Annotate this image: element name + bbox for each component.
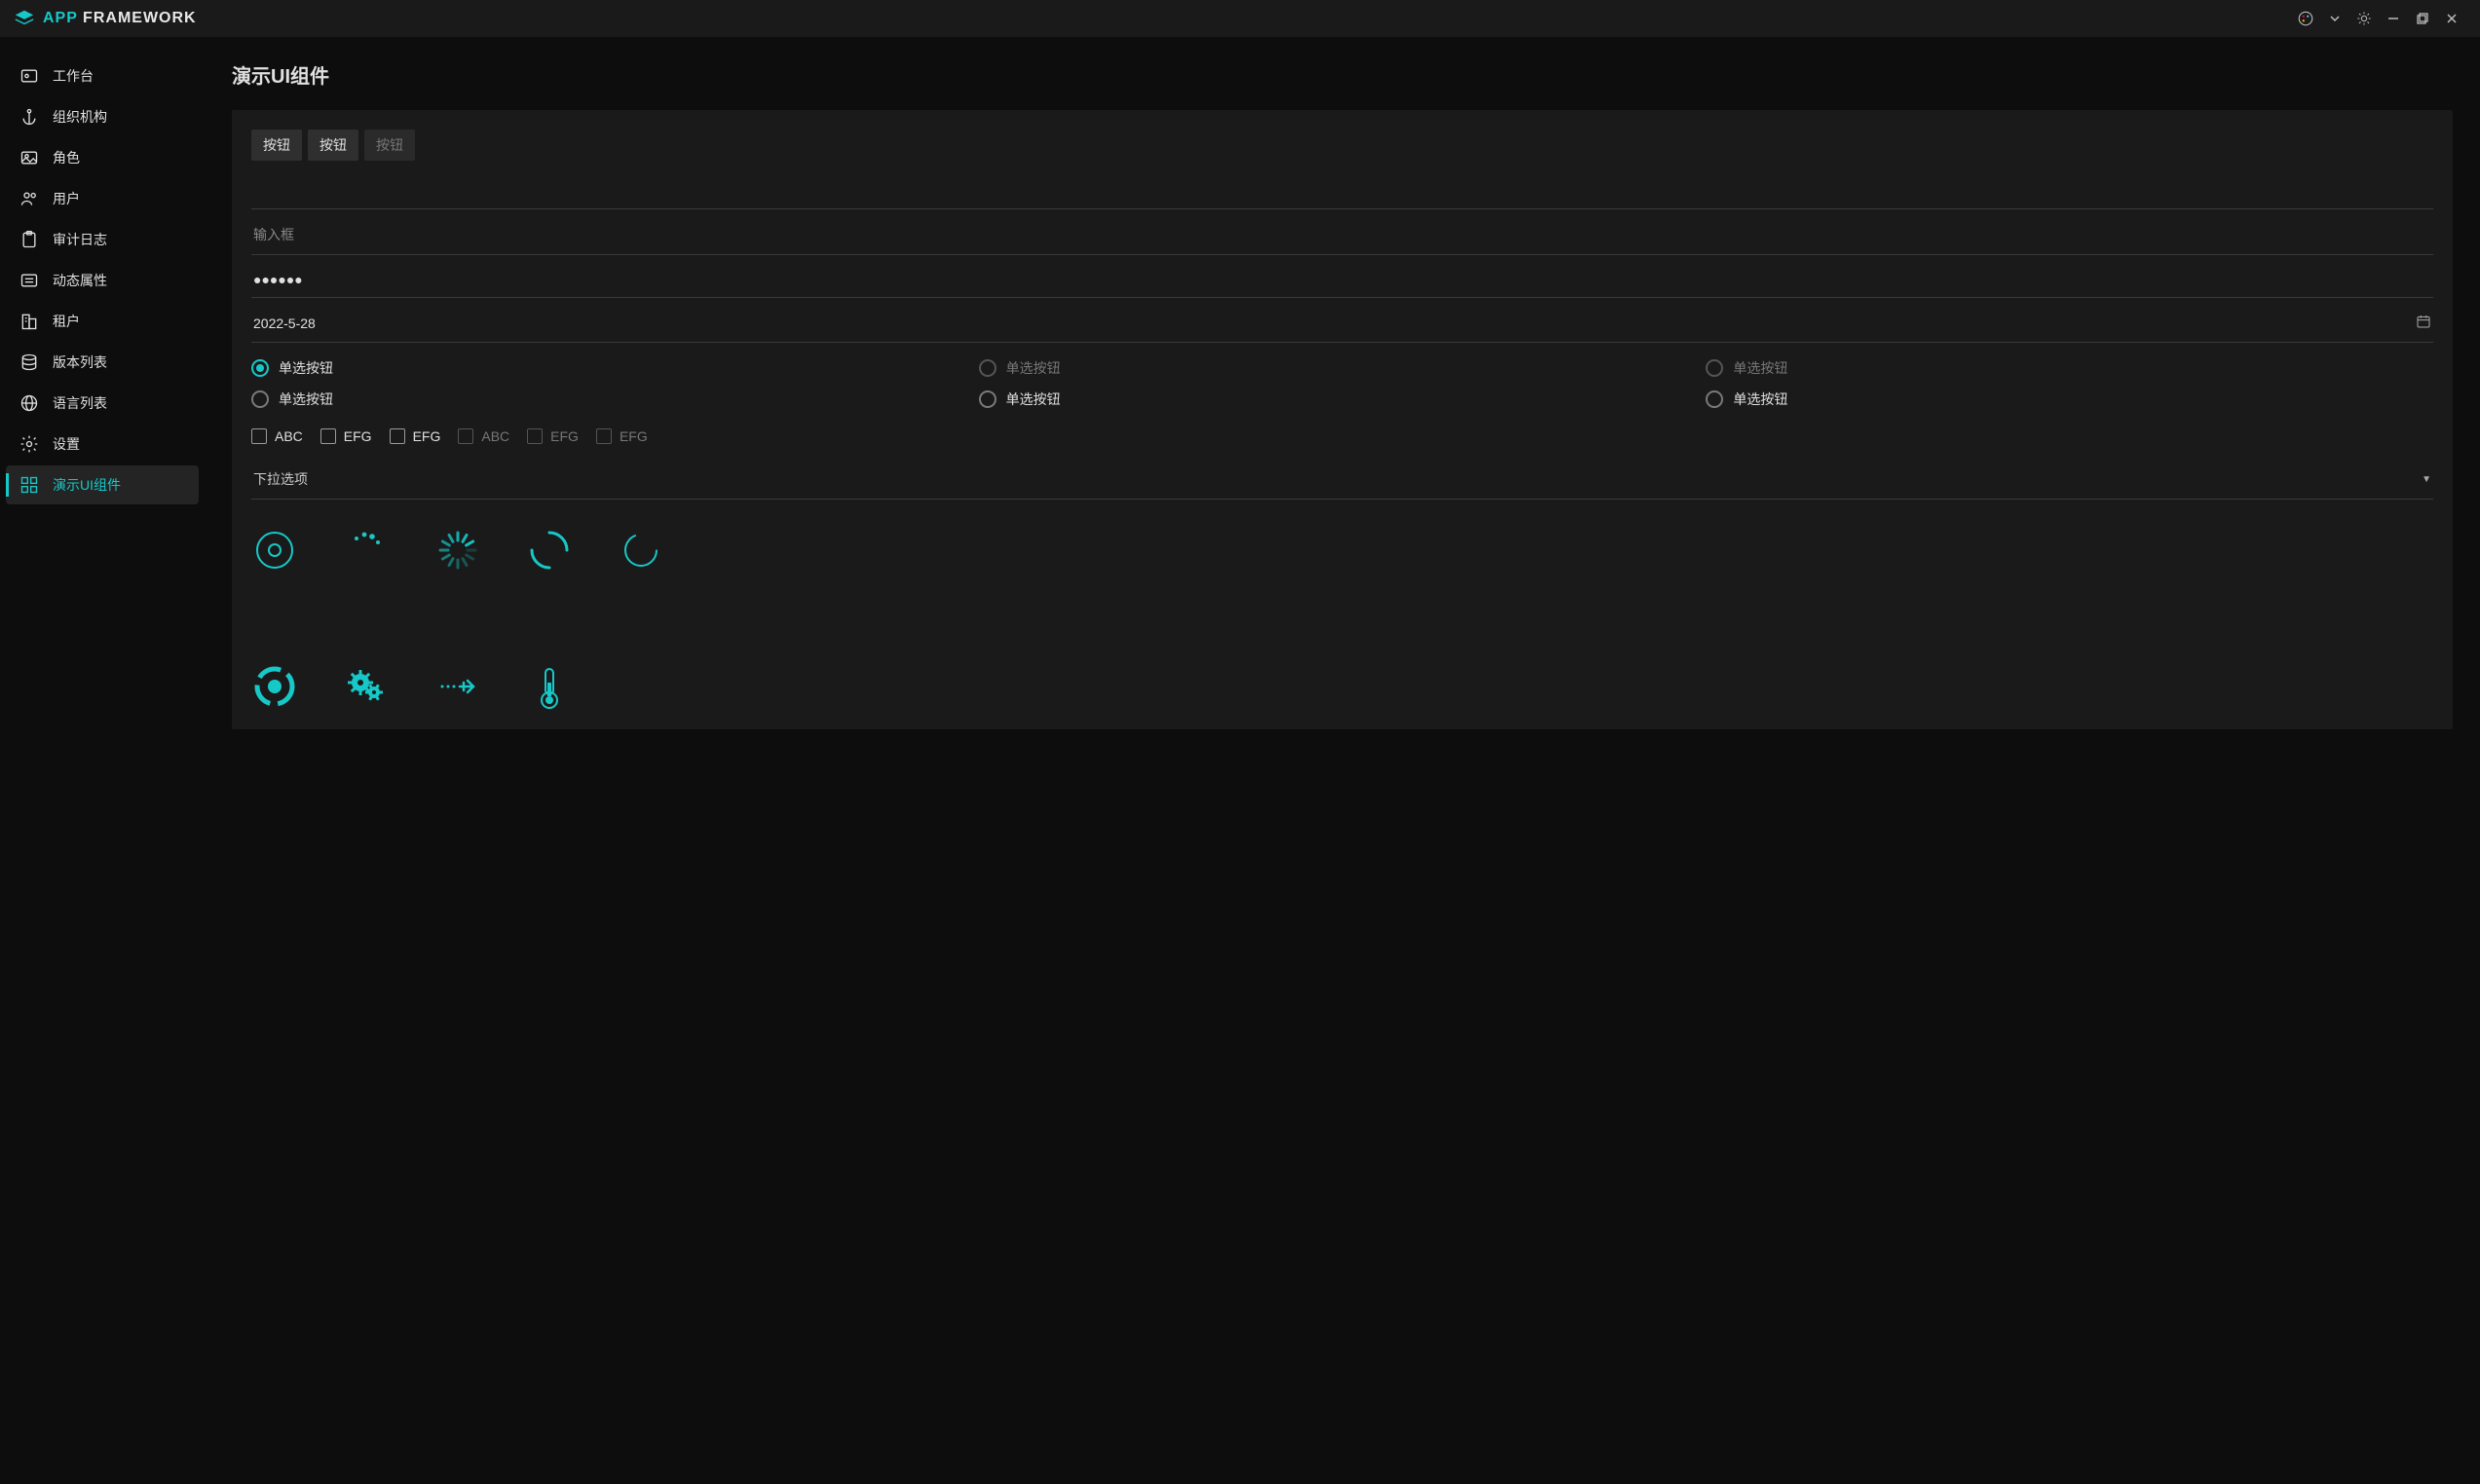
checkbox-group: ABC EFG EFG ABC EFG EFG: [251, 428, 2433, 444]
sidebar: 工作台组织机构角色用户审计日志动态属性租户版本列表语言列表设置演示UI组件: [0, 37, 205, 1484]
text-input[interactable]: [251, 172, 2433, 209]
logo-text-accent: APP: [43, 10, 78, 26]
database-icon: [19, 352, 39, 372]
placeholder-input[interactable]: 输入框: [251, 215, 2433, 255]
checkbox-box-icon: [458, 428, 473, 444]
sidebar-item-4[interactable]: 审计日志: [6, 220, 199, 259]
spinner-showcase: [251, 527, 2433, 710]
logo-text-rest: FRAMEWORK: [78, 10, 197, 26]
demo-panel: 按钮按钮按钮 输入框 ●●●●●● 2022-5-28 单选按钮单选按钮单选按钮…: [232, 110, 2453, 729]
spinner-dots-icon: [343, 527, 390, 574]
users-icon: [19, 189, 39, 208]
maximize-icon[interactable]: [2408, 4, 2437, 33]
globe-icon: [19, 393, 39, 413]
checkbox-3: ABC: [458, 428, 509, 444]
content-area: 演示UI组件 按钮按钮按钮 输入框 ●●●●●● 2022-5-28 单选按钮单…: [205, 37, 2480, 1484]
sidebar-item-6[interactable]: 租户: [6, 302, 199, 341]
spinner-thin-ring-icon: [618, 527, 664, 574]
checkbox-2[interactable]: EFG: [390, 428, 441, 444]
radio-group: 单选按钮单选按钮单选按钮单选按钮单选按钮单选按钮: [251, 358, 2433, 409]
sidebar-item-label: 设置: [53, 434, 80, 454]
sidebar-item-2[interactable]: 角色: [6, 138, 199, 177]
sidebar-item-label: 角色: [53, 148, 80, 167]
sidebar-item-label: 工作台: [53, 66, 94, 86]
button-row: 按钮按钮按钮: [251, 130, 2433, 161]
sidebar-item-label: 语言列表: [53, 393, 107, 413]
sidebar-item-8[interactable]: 语言列表: [6, 384, 199, 423]
spinner-segments-icon: [434, 527, 481, 574]
palette-icon[interactable]: [2291, 4, 2320, 33]
checkbox-4: EFG: [527, 428, 579, 444]
sidebar-item-7[interactable]: 版本列表: [6, 343, 199, 382]
demo-button-1[interactable]: 按钮: [308, 130, 358, 161]
spinner-ring-icon: [251, 527, 298, 574]
demo-button-2: 按钮: [364, 130, 415, 161]
sidebar-item-9[interactable]: 设置: [6, 425, 199, 464]
spinner-pie-icon: [251, 663, 298, 710]
date-input[interactable]: 2022-5-28: [251, 304, 2433, 343]
demo-button-0[interactable]: 按钮: [251, 130, 302, 161]
titlebar: APP FRAMEWORK: [0, 0, 2480, 37]
spinner-thermometer-icon: [526, 663, 573, 710]
gear-icon: [19, 434, 39, 454]
sidebar-item-10[interactable]: 演示UI组件: [6, 465, 199, 504]
radio-3[interactable]: 单选按钮: [251, 390, 979, 409]
sidebar-item-0[interactable]: 工作台: [6, 56, 199, 95]
checkbox-box-icon: [596, 428, 612, 444]
calendar-icon[interactable]: [2416, 314, 2431, 332]
radio-2: 单选按钮: [1706, 358, 2433, 378]
brightness-icon[interactable]: [2349, 4, 2379, 33]
page-title: 演示UI组件: [232, 60, 2453, 89]
sidebar-item-3[interactable]: 用户: [6, 179, 199, 218]
grid-icon: [19, 475, 39, 495]
sidebar-item-label: 演示UI组件: [53, 475, 121, 495]
radio-1: 单选按钮: [979, 358, 1707, 378]
dropdown-select[interactable]: 下拉选项 ▼: [251, 460, 2433, 500]
dashboard-icon: [19, 66, 39, 86]
spinner-gears-icon: [343, 663, 390, 710]
logo-icon: [14, 8, 35, 29]
sidebar-item-label: 组织机构: [53, 107, 107, 127]
minimize-icon[interactable]: [2379, 4, 2408, 33]
checkbox-0[interactable]: ABC: [251, 428, 303, 444]
password-input[interactable]: ●●●●●●: [251, 261, 2433, 298]
checkbox-1[interactable]: EFG: [320, 428, 372, 444]
radio-dot-icon: [1706, 390, 1723, 408]
close-icon[interactable]: [2437, 4, 2466, 33]
sidebar-item-label: 版本列表: [53, 352, 107, 372]
sidebar-item-1[interactable]: 组织机构: [6, 97, 199, 136]
radio-4[interactable]: 单选按钮: [979, 390, 1707, 409]
sidebar-item-label: 用户: [53, 189, 80, 208]
app-logo: APP FRAMEWORK: [14, 8, 197, 29]
chevron-down-icon[interactable]: [2320, 4, 2349, 33]
radio-dot-icon: [1706, 359, 1723, 377]
checkbox-5: EFG: [596, 428, 648, 444]
radio-0[interactable]: 单选按钮: [251, 358, 979, 378]
radio-dot-icon: [979, 359, 996, 377]
chevron-down-icon: ▼: [2422, 474, 2431, 485]
spinner-arc-icon: [526, 527, 573, 574]
radio-dot-icon: [251, 359, 269, 377]
sidebar-item-label: 租户: [53, 312, 80, 331]
radio-dot-icon: [979, 390, 996, 408]
radio-dot-icon: [251, 390, 269, 408]
sidebar-item-label: 动态属性: [53, 271, 107, 290]
radio-5[interactable]: 单选按钮: [1706, 390, 2433, 409]
checkbox-box-icon: [390, 428, 405, 444]
list-icon: [19, 271, 39, 290]
spinner-plane-icon: [434, 663, 481, 710]
building-icon: [19, 312, 39, 331]
checkbox-box-icon: [251, 428, 267, 444]
image-icon: [19, 148, 39, 167]
anchor-icon: [19, 107, 39, 127]
clipboard-icon: [19, 230, 39, 249]
checkbox-box-icon: [320, 428, 336, 444]
sidebar-item-label: 审计日志: [53, 230, 107, 249]
sidebar-item-5[interactable]: 动态属性: [6, 261, 199, 300]
checkbox-box-icon: [527, 428, 543, 444]
